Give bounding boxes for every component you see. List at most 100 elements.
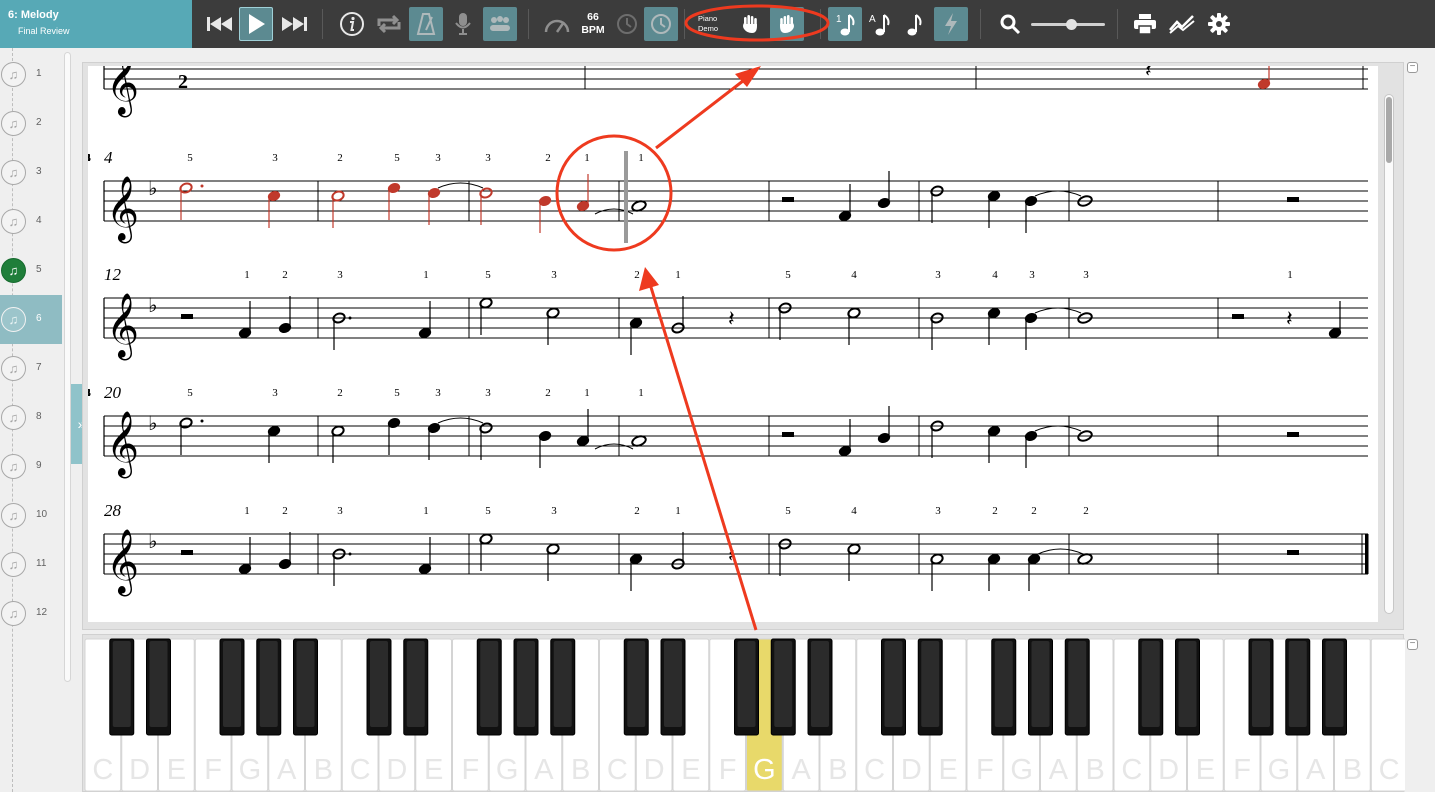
music-note-icon: ♫ <box>1 454 26 479</box>
black-key-shine <box>259 641 278 727</box>
tie <box>1034 307 1082 314</box>
black-key-shine <box>664 641 682 727</box>
treble-clef: 𝄞 <box>106 66 139 117</box>
track-item[interactable]: ♫ 4 <box>0 197 62 246</box>
rest <box>1287 197 1299 202</box>
key-note-name: B <box>314 754 333 786</box>
sidebar-scrollbar[interactable] <box>64 52 71 682</box>
note-name-icon: A <box>869 14 890 36</box>
tie <box>437 417 484 424</box>
left-hand-button[interactable] <box>733 7 767 41</box>
score-scrollbar[interactable] <box>1384 94 1394 614</box>
svg-text:A: A <box>869 14 876 25</box>
track-item[interactable]: ♫ 1 <box>0 50 62 99</box>
wait-mode-button[interactable] <box>644 7 678 41</box>
song-title: 6: Melody <box>8 9 59 21</box>
progress-button[interactable] <box>1165 7 1199 41</box>
track-item[interactable]: ♫ 12 <box>0 589 62 638</box>
count-in-button[interactable] <box>610 7 644 41</box>
fingering-number: 5 <box>785 505 791 517</box>
fingering-number: 3 <box>935 505 941 517</box>
black-key-shine <box>517 641 535 727</box>
microphone-button[interactable] <box>446 7 480 41</box>
key-note-name: C <box>1379 754 1400 786</box>
track-item[interactable]: ♫ 10 <box>0 491 62 540</box>
key-note-name: A <box>1049 754 1069 786</box>
left-hand-icon <box>743 15 757 33</box>
zoom-slider-handle[interactable] <box>1066 19 1077 30</box>
measure-number: 12 <box>104 265 122 284</box>
track-item[interactable]: ♫ 6 <box>0 295 62 344</box>
key-note-name: E <box>1196 754 1215 786</box>
progress-chart-icon <box>1169 15 1195 34</box>
key-note-name: G <box>239 754 262 786</box>
music-note-icon: ♫ <box>1 601 26 626</box>
note-numbers-button[interactable]: 1 <box>828 7 862 41</box>
fingering-number: 3 <box>272 152 278 164</box>
keyboard-minimize-button[interactable]: − <box>1407 639 1418 650</box>
key-note-name: D <box>1158 754 1179 786</box>
fingering-number: 3 <box>435 152 441 164</box>
dot <box>200 184 204 188</box>
tie <box>437 182 484 189</box>
gear-icon <box>1208 13 1230 35</box>
score-content: 𝄞 2 𝄽𝄞 ♭4 5 3 2 5 3 3 2 1 1125433𝄞 ♭12 1 2 3 1 5 3 2 1 5 4 3 4 3 3 1… <box>85 48 1369 596</box>
fast-forward-icon <box>282 17 307 31</box>
key-note-name: G <box>753 754 776 786</box>
fingering-number: 5 <box>485 269 491 281</box>
ensemble-button[interactable] <box>483 7 517 41</box>
zoom-button[interactable] <box>993 7 1027 41</box>
info-button[interactable] <box>335 7 369 41</box>
tempo-readout[interactable]: 66 BPM <box>575 11 611 37</box>
fingering-number: 4 <box>992 269 998 281</box>
flat-key-signature: ♭ <box>148 176 157 200</box>
black-key-shine <box>627 641 646 727</box>
fingering-number: 5 <box>187 152 193 164</box>
black-key-shine <box>994 641 1013 727</box>
rewind-button[interactable] <box>203 7 237 41</box>
right-hand-button[interactable] <box>770 7 804 41</box>
fingering-number: 5 <box>187 387 193 399</box>
print-button[interactable] <box>1128 7 1162 41</box>
flat-key-signature: ♭ <box>148 529 157 553</box>
tempo-dial-button[interactable] <box>540 7 574 41</box>
key-note-name: G <box>496 754 519 786</box>
quarter-rest: 𝄽 <box>728 543 735 568</box>
key-note-name: A <box>534 754 554 786</box>
black-key-shine <box>1325 641 1344 727</box>
play-button[interactable] <box>239 7 273 41</box>
track-item[interactable]: ♫ 8 <box>0 393 62 442</box>
fingering-number: 3 <box>337 505 343 517</box>
fingering-number: 3 <box>337 269 343 281</box>
fingering-number: 3 <box>485 387 491 399</box>
flash-button[interactable] <box>934 7 968 41</box>
black-key-shine <box>1252 641 1270 727</box>
track-item[interactable]: ♫ 5 <box>0 246 62 295</box>
track-item[interactable]: ♫ 7 <box>0 344 62 393</box>
track-item[interactable]: ♫ 2 <box>0 99 62 148</box>
score-scrollbar-thumb[interactable] <box>1386 97 1392 163</box>
flat-key-signature: ♭ <box>148 411 157 435</box>
score-page[interactable]: 𝄞 2 𝄽 𝄞 ♭ 4 5 3 2 5 3 3 2 1 1 1 2 5 4 3 3 𝄞 ♭ 12 1 2 3 1 5 3 2 1 5 4 3 4 3 3 1… <box>85 48 1378 622</box>
right-hand-icon <box>780 15 794 33</box>
fingering-number: 1 <box>584 387 590 399</box>
track-item[interactable]: ♫ 3 <box>0 148 62 197</box>
fingering-number: 1 <box>638 387 644 399</box>
fingering-number: 2 <box>634 269 640 281</box>
fingering-number: 3 <box>485 152 491 164</box>
fingering-number: 5 <box>394 152 400 164</box>
play-icon <box>249 14 265 34</box>
score-minimize-button[interactable]: − <box>1407 62 1418 73</box>
fast-forward-button[interactable] <box>277 7 311 41</box>
settings-button[interactable] <box>1202 7 1236 41</box>
loop-button[interactable] <box>372 7 406 41</box>
plain-note-button[interactable] <box>897 7 931 41</box>
song-title-box[interactable]: 6: Melody Final Review <box>0 0 192 48</box>
metronome-button[interactable] <box>409 7 443 41</box>
print-icon <box>1134 14 1156 35</box>
track-item[interactable]: ♫ 9 <box>0 442 62 491</box>
note-names-button[interactable]: A <box>863 7 897 41</box>
rest <box>782 432 794 437</box>
key-note-name: C <box>864 754 885 786</box>
track-item[interactable]: ♫ 11 <box>0 540 62 589</box>
